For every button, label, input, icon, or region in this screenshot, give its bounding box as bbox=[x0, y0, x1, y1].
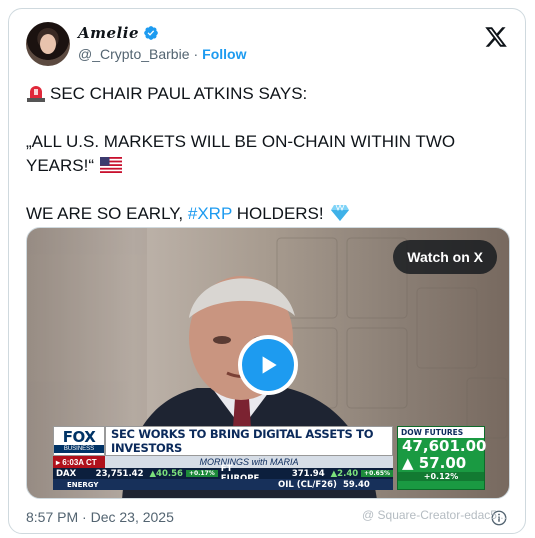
author-name-row: Amelie bbox=[78, 24, 159, 42]
video-player[interactable]: Watch on X FOX BUSINESS SEC WORKS TO BRI… bbox=[26, 227, 510, 499]
author-display-name[interactable]: Amelie bbox=[78, 24, 139, 42]
avatar[interactable] bbox=[26, 22, 70, 66]
author-handle-row: @_Crypto_Barbie · Follow bbox=[78, 46, 247, 62]
verified-badge-icon bbox=[144, 26, 158, 40]
tweet-line-1: SEC CHAIR PAUL ATKINS SAYS: bbox=[26, 82, 506, 106]
tweet-card[interactable]: Amelie @_Crypto_Barbie · Follow SEC CHAI… bbox=[8, 8, 526, 534]
watermark: @ Square-Creator-edac5... bbox=[362, 508, 507, 522]
ticker-market-row-1: DAX 23,751.42 ▲40.56 +0.17% FT EUROPE 37… bbox=[53, 464, 393, 484]
ticker-headline: SEC WORKS TO BRING DIGITAL ASSETS TO INV… bbox=[105, 426, 393, 456]
watch-on-x-button[interactable]: Watch on X bbox=[393, 240, 497, 274]
x-logo-icon[interactable] bbox=[484, 25, 508, 49]
siren-emoji-icon bbox=[27, 86, 45, 102]
tweet-timestamp[interactable]: 8:57 PM · Dec 23, 2025 bbox=[26, 509, 174, 525]
fox-business-logo: FOX BUSINESS bbox=[53, 426, 105, 456]
author-handle[interactable]: @_Crypto_Barbie bbox=[78, 46, 190, 62]
dow-futures-box: DOW FUTURES 47,601.00 ▲ 57.00 +0.12% bbox=[397, 426, 486, 490]
tweet-line-2: „ALL U.S. MARKETS WILL BE ON-CHAIN WITHI… bbox=[26, 132, 456, 175]
tweet-text: SEC CHAIR PAUL ATKINS SAYS: „ALL U.S. MA… bbox=[26, 82, 506, 226]
tweet-line-3: WE ARE SO EARLY, #XRP HOLDERS! bbox=[26, 202, 506, 226]
hashtag-link[interactable]: #XRP bbox=[188, 204, 232, 223]
play-icon bbox=[262, 356, 277, 374]
gem-emoji-icon bbox=[330, 204, 349, 221]
ticker-time: ▸ 6:03A CT bbox=[53, 456, 105, 468]
follow-button[interactable]: Follow bbox=[202, 46, 246, 62]
play-button[interactable] bbox=[238, 335, 298, 395]
news-ticker: FOX BUSINESS SEC WORKS TO BRING DIGITAL … bbox=[49, 426, 509, 492]
ticker-market-row-2: ENERGY OIL (CL/F26) 59.40 bbox=[53, 479, 393, 490]
us-flag-emoji-icon bbox=[100, 157, 123, 173]
